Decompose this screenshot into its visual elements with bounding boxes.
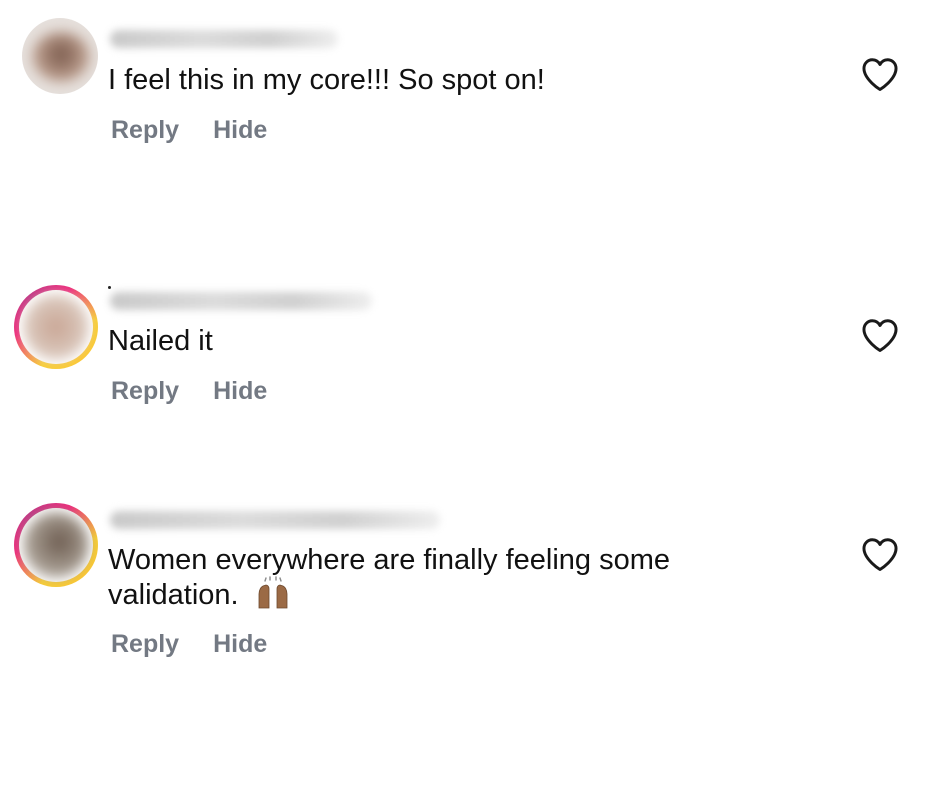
raising-hands-emoji xyxy=(258,576,288,609)
username-redacted[interactable] xyxy=(110,292,372,310)
heart-icon[interactable] xyxy=(860,317,900,353)
avatar[interactable] xyxy=(22,18,98,94)
comment-text: Women everywhere are finally feeling som… xyxy=(108,543,748,613)
comment-text: Nailed it xyxy=(108,325,213,357)
reply-button[interactable]: Reply xyxy=(111,116,179,144)
comment-actions: Reply Hide xyxy=(111,116,267,145)
avatar xyxy=(19,290,93,364)
heart-icon[interactable] xyxy=(860,536,900,572)
username-redacted[interactable] xyxy=(110,30,338,48)
comment-text-content: Women everywhere are finally feeling som… xyxy=(108,544,671,611)
reply-button[interactable]: Reply xyxy=(111,630,179,658)
avatar-image xyxy=(23,512,89,578)
avatar xyxy=(19,508,93,582)
heart-icon[interactable] xyxy=(860,56,900,92)
hide-button[interactable]: Hide xyxy=(213,377,267,405)
avatar-story-ring[interactable] xyxy=(14,503,98,587)
comment-actions: Reply Hide xyxy=(111,630,267,659)
hide-button[interactable]: Hide xyxy=(213,116,267,144)
hide-button[interactable]: Hide xyxy=(213,630,267,658)
avatar-story-ring[interactable] xyxy=(14,285,98,369)
comment-text: I feel this in my core!!! So spot on! xyxy=(108,64,545,96)
avatar-image xyxy=(32,32,90,82)
avatar-image xyxy=(23,294,89,360)
username-redacted[interactable] xyxy=(110,511,440,529)
comment-actions: Reply Hide xyxy=(111,377,267,406)
reply-button[interactable]: Reply xyxy=(111,377,179,405)
username-dot xyxy=(108,286,111,289)
